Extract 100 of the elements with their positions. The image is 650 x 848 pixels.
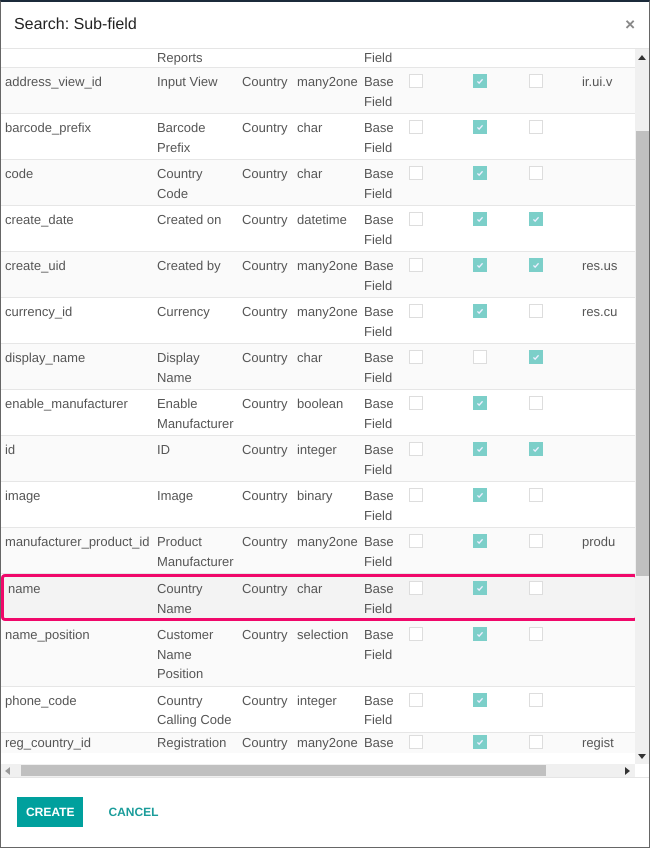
- table-cell: Country: [242, 734, 288, 750]
- checkbox[interactable]: [409, 627, 423, 641]
- checkbox[interactable]: [409, 534, 423, 548]
- checkbox[interactable]: [409, 258, 423, 272]
- table-cell: Country: [242, 488, 288, 503]
- table-row[interactable]: manufacturer_product_id Product Manufacturer Country many2one Base Field produ: [1, 528, 635, 574]
- table-cell: create_date: [5, 212, 74, 227]
- table-cell: produ: [582, 534, 616, 549]
- checkbox[interactable]: [473, 212, 487, 226]
- close-button[interactable]: ×: [623, 15, 637, 35]
- table-row[interactable]: display_name Display Name Country char Base Field: [1, 344, 635, 390]
- checkbox[interactable]: [473, 488, 487, 502]
- table-cell: binary: [297, 488, 332, 503]
- table-cell: Product Manufacturer: [157, 534, 234, 568]
- table-cell: Country: [242, 120, 288, 135]
- checkbox[interactable]: [473, 627, 487, 641]
- checkbox[interactable]: [409, 304, 423, 318]
- checkbox[interactable]: [473, 442, 487, 456]
- checkbox[interactable]: [473, 534, 487, 548]
- checkbox[interactable]: [529, 396, 543, 410]
- table-cell: Country: [242, 74, 288, 89]
- table-cell: currency_id: [5, 304, 72, 319]
- checkbox[interactable]: [529, 166, 543, 180]
- checkbox[interactable]: [529, 74, 543, 88]
- table-cell: Country: [242, 442, 288, 457]
- table-cell: Reports: [157, 50, 203, 65]
- checkbox[interactable]: [529, 212, 543, 226]
- checkbox[interactable]: [473, 396, 487, 410]
- table-cell: barcode_prefix: [5, 120, 91, 135]
- checkbox[interactable]: [529, 534, 543, 548]
- checkbox[interactable]: [473, 120, 487, 134]
- table-row[interactable]: create_uid Created by Country many2one Base Field res.us: [1, 252, 635, 298]
- checkbox[interactable]: [473, 304, 487, 318]
- table-cell: Country: [242, 350, 288, 365]
- table-cell: char: [297, 581, 322, 596]
- checkbox[interactable]: [473, 734, 487, 748]
- table-cell: Country: [242, 166, 288, 181]
- checkbox[interactable]: [409, 442, 423, 456]
- checkbox[interactable]: [473, 166, 487, 180]
- scroll-right-icon[interactable]: [625, 766, 631, 774]
- checkbox[interactable]: [529, 304, 543, 318]
- checkbox[interactable]: [473, 350, 487, 364]
- checkbox[interactable]: [409, 396, 423, 410]
- checkbox[interactable]: [409, 120, 423, 134]
- table-cell: Customer Name Position: [157, 627, 214, 681]
- table-cell: many2one: [297, 734, 358, 750]
- checkbox[interactable]: [409, 734, 423, 748]
- table-cell: enable_manufacturer: [5, 396, 128, 411]
- table-cell: res.cu: [582, 304, 618, 319]
- table-cell: many2one: [297, 304, 358, 319]
- table-cell: Base Field: [364, 350, 394, 384]
- table-cell: many2one: [297, 258, 358, 273]
- checkbox[interactable]: [473, 581, 487, 595]
- checkbox[interactable]: [409, 581, 423, 595]
- table-cell: create_uid: [5, 258, 66, 273]
- checkbox[interactable]: [473, 74, 487, 88]
- table-cell: Base Field: [364, 258, 394, 292]
- table-row[interactable]: name_position Customer Name Position Country selection Base Field: [1, 621, 635, 686]
- scroll-down-icon[interactable]: [638, 754, 646, 760]
- table-cell: Country: [242, 304, 288, 319]
- checkbox[interactable]: [409, 212, 423, 226]
- table-cell: Display Name: [157, 350, 200, 384]
- table-cell: Base Field: [364, 581, 394, 616]
- table-cell: Base Field: [364, 120, 394, 154]
- checkbox[interactable]: [529, 692, 543, 706]
- checkbox[interactable]: [473, 692, 487, 706]
- table-cell: Input View: [157, 74, 218, 89]
- table-cell: ID: [157, 442, 170, 457]
- checkbox[interactable]: [409, 74, 423, 88]
- checkbox[interactable]: [529, 581, 543, 595]
- checkbox[interactable]: [529, 258, 543, 272]
- table-cell: datetime: [297, 212, 347, 227]
- highlighted-row[interactable]: name Country Name Country char Base Field: [1, 574, 635, 621]
- table-cell: char: [297, 166, 322, 181]
- table-cell: Base Field: [364, 74, 394, 108]
- table-cell: integer: [297, 692, 337, 708]
- table-row[interactable]: id ID Country integer Base Field: [1, 436, 635, 482]
- checkbox[interactable]: [529, 120, 543, 134]
- scroll-up-icon[interactable]: [638, 55, 646, 61]
- table-row[interactable]: address_view_id Input View Country many2one Base Field ir.ui.v: [1, 68, 635, 114]
- table-row[interactable]: reg_country_id Registration Country many2one Base regist: [1, 732, 635, 752]
- checkbox[interactable]: [529, 627, 543, 641]
- table-row[interactable]: code Country Code Country char Base Field: [1, 160, 635, 206]
- checkbox[interactable]: [409, 488, 423, 502]
- table-cell: Country: [242, 534, 288, 549]
- checkbox[interactable]: [529, 350, 543, 364]
- checkbox[interactable]: [409, 692, 423, 706]
- checkbox[interactable]: [473, 258, 487, 272]
- checkbox[interactable]: [529, 442, 543, 456]
- table-cell: Country Code: [157, 166, 203, 200]
- table-cell: boolean: [297, 396, 344, 411]
- table-cell: char: [297, 350, 322, 365]
- scroll-left-icon[interactable]: [5, 766, 11, 774]
- table-cell: regist: [582, 734, 614, 750]
- checkbox[interactable]: [409, 166, 423, 180]
- dialog-title: Search: Sub-field: [14, 16, 137, 34]
- table-cell: address_view_id: [5, 74, 102, 89]
- checkbox[interactable]: [529, 734, 543, 748]
- checkbox[interactable]: [409, 350, 423, 364]
- checkbox[interactable]: [529, 488, 543, 502]
